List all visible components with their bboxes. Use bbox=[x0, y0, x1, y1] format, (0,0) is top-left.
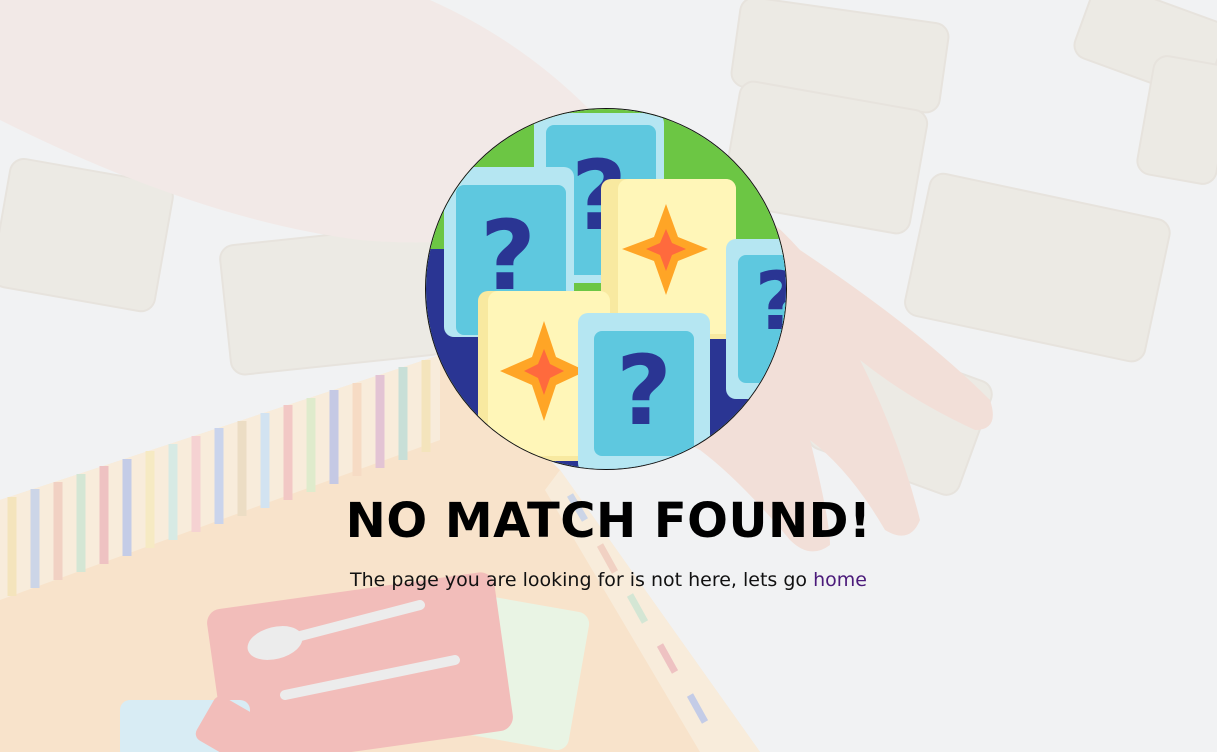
memory-cards-illustration: ? ? ? ? bbox=[426, 109, 786, 469]
message-text: The page you are looking for is not here… bbox=[350, 569, 808, 591]
svg-text:?: ? bbox=[616, 335, 672, 447]
not-found-message: The page you are looking for is not here… bbox=[0, 568, 1217, 592]
page-title: NO MATCH FOUND! bbox=[345, 493, 872, 549]
memory-cards-icon: ? ? ? ? bbox=[425, 108, 787, 470]
home-link[interactable]: home bbox=[813, 569, 867, 591]
